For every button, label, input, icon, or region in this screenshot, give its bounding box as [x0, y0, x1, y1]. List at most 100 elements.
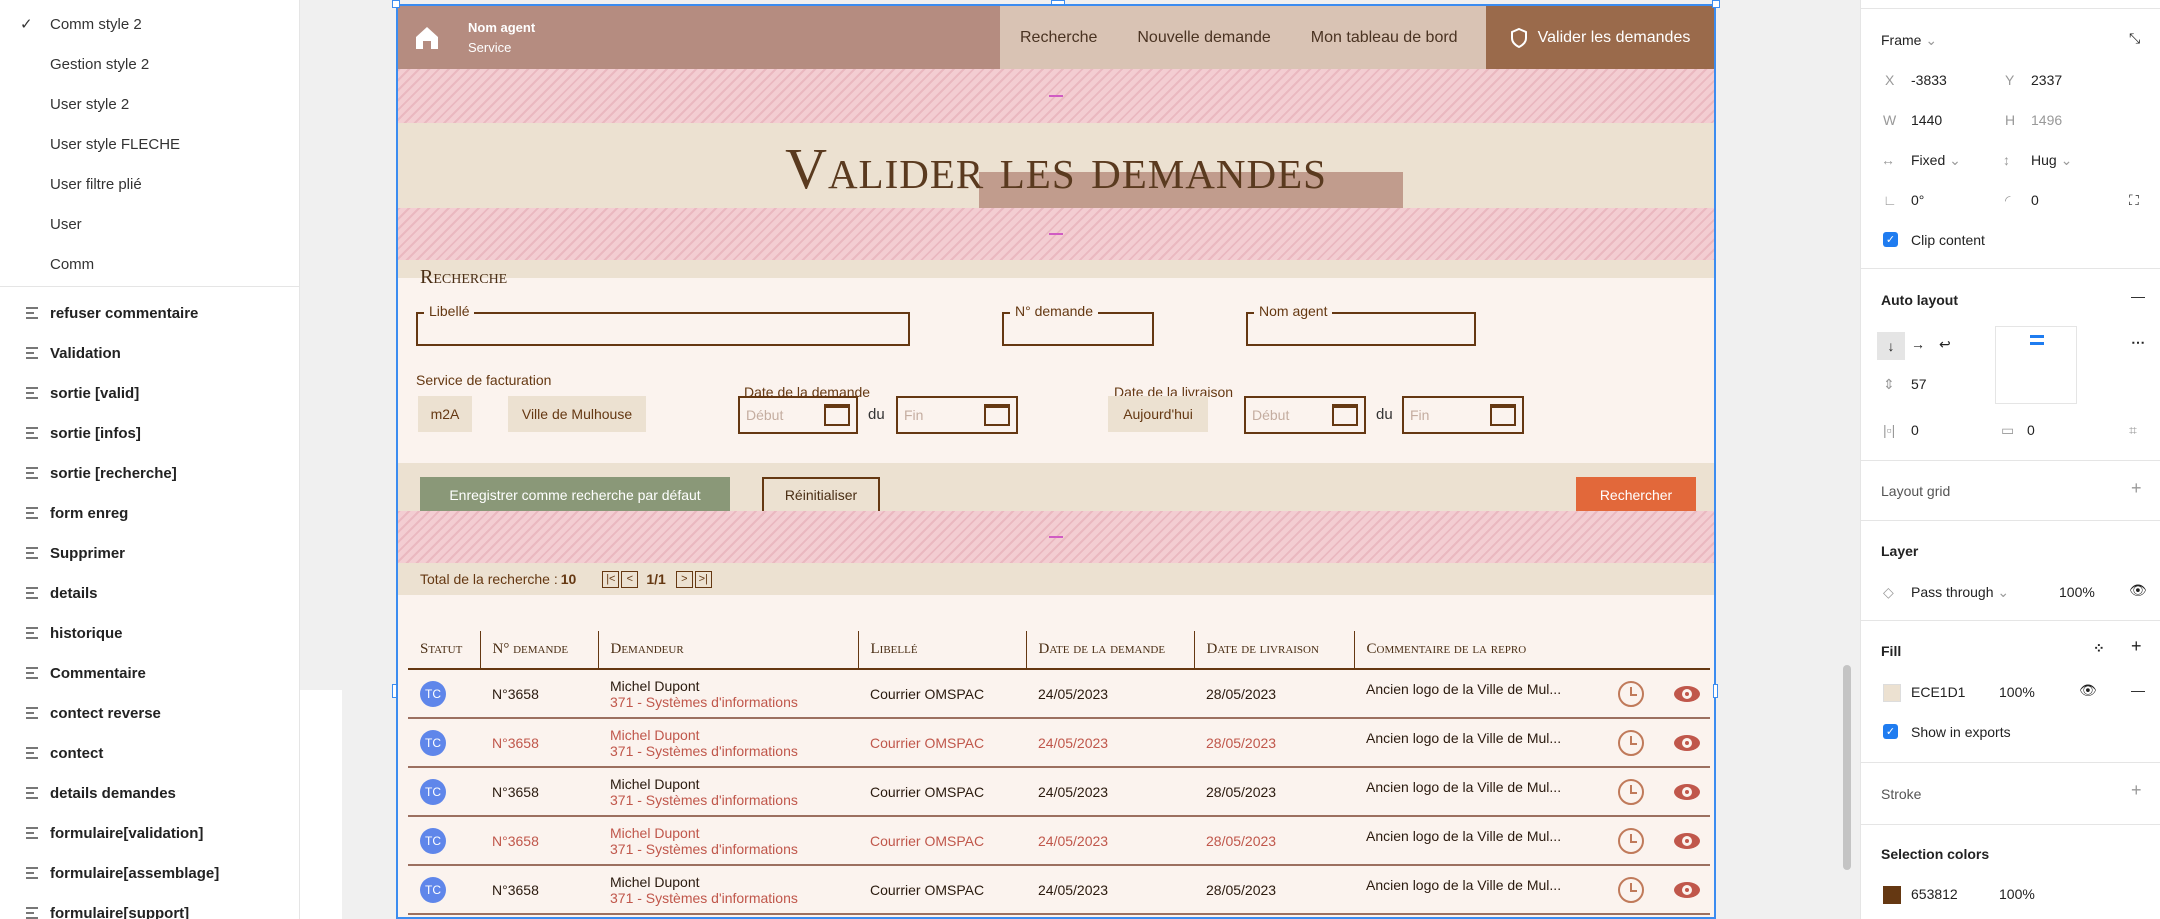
- nom-agent-input[interactable]: Nom agent: [1246, 303, 1476, 346]
- libelle-input[interactable]: Libellé: [416, 303, 910, 346]
- next-page-icon[interactable]: >: [675, 570, 693, 588]
- page-item[interactable]: Comm: [0, 244, 299, 284]
- table-row[interactable]: TC N°3658 Michel Dupont 371 - Systèmes d'in…: [408, 865, 1710, 915]
- page-item[interactable]: User: [0, 204, 299, 244]
- column-header[interactable]: Commentaire de la repro: [1353, 631, 1710, 670]
- add-fill-icon[interactable]: +: [2131, 636, 2142, 657]
- clock-icon[interactable]: [1618, 876, 1644, 903]
- page-item[interactable]: ✓ Comm style 2: [0, 4, 299, 44]
- table-row[interactable]: TC N°3658 Michel Dupont 371 - Systèmes d'in…: [408, 669, 1710, 719]
- fill-visibility-icon[interactable]: 👁: [2079, 682, 2097, 699]
- add-layout-grid-icon[interactable]: +: [2131, 478, 2142, 499]
- eye-icon[interactable]: [1674, 783, 1700, 800]
- layer-item[interactable]: details demandes: [0, 773, 299, 813]
- clock-icon[interactable]: [1618, 680, 1644, 707]
- column-header[interactable]: N° demande: [479, 631, 598, 670]
- layer-item[interactable]: sortie [infos]: [0, 413, 299, 453]
- horizontal-sizing[interactable]: Fixed ⌄: [1911, 152, 1961, 169]
- service-option-m2a[interactable]: m2A: [418, 396, 472, 432]
- clip-checkbox[interactable]: ✓: [1883, 232, 1898, 247]
- remove-auto-layout-icon[interactable]: —: [2131, 288, 2145, 304]
- gap-input[interactable]: 57: [1911, 376, 1927, 392]
- eye-icon[interactable]: [1674, 685, 1700, 702]
- date-livraison-end[interactable]: Fin: [1402, 396, 1524, 434]
- layer-item[interactable]: sortie [recherche]: [0, 453, 299, 493]
- eye-icon[interactable]: [1674, 881, 1700, 898]
- h-input[interactable]: 1496: [2031, 112, 2062, 128]
- page-item[interactable]: User filtre plié: [0, 164, 299, 204]
- table-row[interactable]: TC N°3658 Michel Dupont 371 - Systèmes d'in…: [408, 767, 1710, 817]
- nav-nouvelle-demande[interactable]: Nouvelle demande: [1117, 29, 1290, 47]
- clock-icon[interactable]: [1618, 729, 1644, 756]
- radius-input[interactable]: 0: [2031, 192, 2039, 208]
- selection-hex[interactable]: 653812: [1911, 886, 1958, 902]
- layer-item[interactable]: contect: [0, 733, 299, 773]
- column-header[interactable]: Demandeur: [597, 631, 858, 670]
- padding-individual-icon[interactable]: ⌗: [2129, 422, 2137, 439]
- rotation-input[interactable]: 0°: [1911, 192, 1924, 208]
- numero-input[interactable]: N° demande: [1002, 303, 1154, 346]
- save-default-button[interactable]: Enregistrer comme recherche par défaut: [420, 477, 730, 513]
- visibility-icon[interactable]: 👁: [2129, 582, 2147, 599]
- page-item[interactable]: User style 2: [0, 84, 299, 124]
- eye-icon[interactable]: [1674, 832, 1700, 849]
- direction-right-icon[interactable]: →: [1911, 336, 1925, 352]
- layer-item[interactable]: formulaire[assemblage]: [0, 853, 299, 893]
- aujourdhui-chip[interactable]: Aujourd'hui: [1108, 396, 1208, 432]
- eye-icon[interactable]: [1674, 734, 1700, 751]
- reset-button[interactable]: Réinitialiser: [762, 477, 880, 513]
- table-row[interactable]: TC N°3658 Michel Dupont 371 - Systèmes d'in…: [408, 718, 1710, 768]
- x-input[interactable]: -3833: [1911, 72, 1947, 88]
- styles-icon[interactable]: ⁘: [2093, 640, 2105, 657]
- first-page-icon[interactable]: |<: [602, 570, 620, 588]
- column-header[interactable]: Libellé: [857, 631, 1026, 670]
- nav-valider-demandes[interactable]: Valider les demandes: [1486, 6, 1714, 69]
- service-option-mulhouse[interactable]: Ville de Mulhouse: [508, 396, 646, 432]
- page-item[interactable]: User style FLECHE: [0, 124, 299, 164]
- remove-fill-icon[interactable]: —: [2131, 682, 2145, 698]
- corner-icon[interactable]: ⛶: [2129, 192, 2139, 209]
- frame-dropdown[interactable]: Frame ⌄: [1881, 32, 1937, 49]
- layer-item[interactable]: formulaire[support]: [0, 893, 299, 919]
- date-demande-start[interactable]: Début: [738, 396, 858, 434]
- blend-mode[interactable]: Pass through ⌄: [1911, 584, 2009, 601]
- layer-item[interactable]: historique: [0, 613, 299, 653]
- layer-item[interactable]: refuser commentaire: [0, 293, 299, 333]
- search-button[interactable]: Rechercher: [1576, 477, 1696, 513]
- direction-down-icon[interactable]: ↓: [1877, 332, 1905, 360]
- layer-item[interactable]: formulaire[validation]: [0, 813, 299, 853]
- prev-page-icon[interactable]: <: [621, 570, 639, 588]
- layer-item[interactable]: contect reverse: [0, 693, 299, 733]
- nav-recherche[interactable]: Recherche: [1000, 29, 1117, 47]
- last-page-icon[interactable]: >|: [694, 570, 712, 588]
- clock-icon[interactable]: [1618, 778, 1644, 805]
- fill-swatch[interactable]: [1883, 684, 1901, 702]
- layer-item[interactable]: Validation: [0, 333, 299, 373]
- selection-opacity[interactable]: 100%: [1999, 886, 2035, 902]
- table-row[interactable]: TC N°3658 Michel Dupont 371 - Systèmes d'in…: [408, 816, 1710, 866]
- canvas-scrollbar[interactable]: [1843, 665, 1851, 870]
- vertical-sizing[interactable]: Hug ⌄: [2031, 152, 2072, 169]
- add-stroke-icon[interactable]: +: [2131, 780, 2142, 801]
- date-livraison-start[interactable]: Début: [1244, 396, 1366, 434]
- nav-tableau-de-bord[interactable]: Mon tableau de bord: [1291, 29, 1478, 47]
- padding-h-input[interactable]: 0: [1911, 422, 1919, 438]
- date-demande-end[interactable]: Fin: [896, 396, 1018, 434]
- padding-v-input[interactable]: 0: [2027, 422, 2035, 438]
- clock-icon[interactable]: [1618, 827, 1644, 854]
- column-header[interactable]: Date de la demande: [1025, 631, 1194, 670]
- layer-item[interactable]: details: [0, 573, 299, 613]
- fill-opacity[interactable]: 100%: [1999, 684, 2035, 700]
- layer-item[interactable]: sortie [valid]: [0, 373, 299, 413]
- w-input[interactable]: 1440: [1911, 112, 1942, 128]
- wrap-icon[interactable]: ↩: [1939, 336, 1951, 353]
- fill-hex[interactable]: ECE1D1: [1911, 684, 1965, 700]
- y-input[interactable]: 2337: [2031, 72, 2062, 88]
- resize-icon[interactable]: ⤡: [2129, 30, 2140, 47]
- page-item[interactable]: Gestion style 2: [0, 44, 299, 84]
- column-header[interactable]: Statut: [408, 631, 480, 670]
- layer-item[interactable]: Supprimer: [0, 533, 299, 573]
- home-icon[interactable]: [398, 25, 456, 51]
- selection-swatch[interactable]: [1883, 886, 1901, 904]
- layer-item[interactable]: form enreg: [0, 493, 299, 533]
